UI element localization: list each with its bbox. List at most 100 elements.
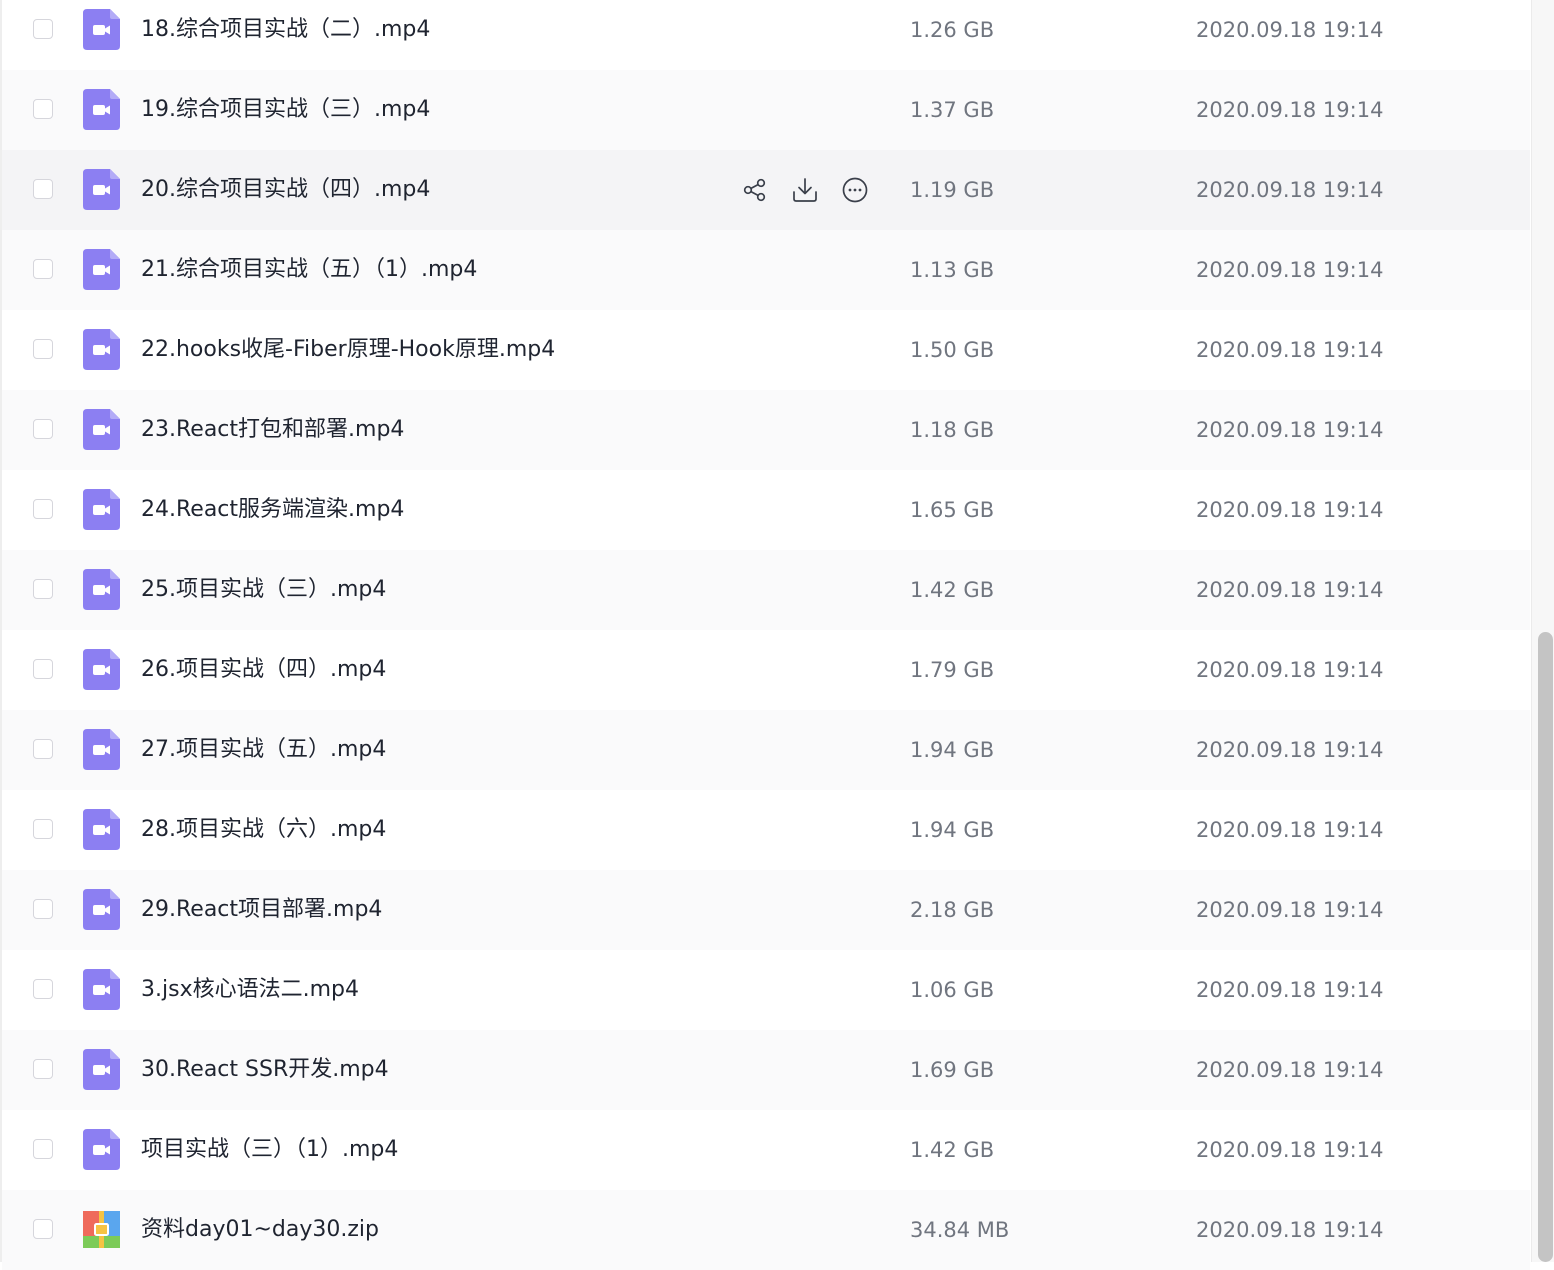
video-file-icon <box>83 649 120 690</box>
file-name[interactable]: 20.综合项目实战（四）.mp4 <box>141 174 430 206</box>
video-file-icon <box>83 89 120 130</box>
row-checkbox[interactable] <box>33 339 53 359</box>
file-row[interactable]: 28.项目实战（六）.mp4 1.94 GB 2020.09.18 19:14 <box>2 790 1530 870</box>
file-modified-date: 2020.09.18 19:14 <box>1196 98 1384 122</box>
file-size: 1.42 GB <box>910 1138 995 1162</box>
share-icon[interactable] <box>740 175 770 205</box>
video-file-icon <box>83 1049 120 1090</box>
file-row[interactable]: 30.React SSR开发.mp4 1.69 GB 2020.09.18 19:1… <box>2 1030 1530 1110</box>
zip-file-icon <box>83 1211 120 1252</box>
file-modified-date: 2020.09.18 19:14 <box>1196 578 1384 602</box>
file-size: 1.94 GB <box>910 818 995 842</box>
row-checkbox[interactable] <box>33 899 53 919</box>
file-name[interactable]: 26.项目实战（四）.mp4 <box>141 654 386 686</box>
file-name[interactable]: 18.综合项目实战（二）.mp4 <box>141 14 430 46</box>
file-row[interactable]: 22.hooks收尾-Fiber原理-Hook原理.mp4 1.50 GB 2020… <box>2 310 1530 390</box>
video-file-icon <box>83 809 120 850</box>
row-checkbox[interactable] <box>33 819 53 839</box>
scrollbar-thumb[interactable] <box>1538 632 1553 1262</box>
file-name[interactable]: 资料day01~day30.zip <box>141 1214 379 1246</box>
file-row[interactable]: 26.项目实战（四）.mp4 1.79 GB 2020.09.18 19:14 <box>2 630 1530 710</box>
file-modified-date: 2020.09.18 19:14 <box>1196 418 1384 442</box>
file-row[interactable]: 23.React打包和部署.mp4 1.18 GB 2020.09.18 19:14 <box>2 390 1530 470</box>
file-name[interactable]: 21.综合项目实战（五）（1）.mp4 <box>141 254 477 286</box>
file-modified-date: 2020.09.18 19:14 <box>1196 18 1384 42</box>
row-checkbox[interactable] <box>33 1219 53 1239</box>
video-file-icon <box>83 169 120 210</box>
video-file-icon <box>83 9 120 50</box>
file-modified-date: 2020.09.18 19:14 <box>1196 738 1384 762</box>
file-row[interactable]: 21.综合项目实战（五）（1）.mp4 1.13 GB 2020.09.18 19:… <box>2 230 1530 310</box>
file-name[interactable]: 24.React服务端渲染.mp4 <box>141 494 404 526</box>
file-row[interactable]: 27.项目实战（五）.mp4 1.94 GB 2020.09.18 19:14 <box>2 710 1530 790</box>
file-modified-date: 2020.09.18 19:14 <box>1196 1138 1384 1162</box>
video-file-icon <box>83 969 120 1010</box>
file-modified-date: 2020.09.18 19:14 <box>1196 658 1384 682</box>
video-file-icon <box>83 329 120 370</box>
file-modified-date: 2020.09.18 19:14 <box>1196 498 1384 522</box>
file-modified-date: 2020.09.18 19:14 <box>1196 338 1384 362</box>
video-file-icon <box>83 1129 120 1170</box>
file-size: 1.19 GB <box>910 178 995 202</box>
file-modified-date: 2020.09.18 19:14 <box>1196 818 1384 842</box>
file-row[interactable]: 29.React项目部署.mp4 2.18 GB 2020.09.18 19:14 <box>2 870 1530 950</box>
video-file-icon <box>83 729 120 770</box>
file-modified-date: 2020.09.18 19:14 <box>1196 178 1384 202</box>
more-icon[interactable] <box>840 175 870 205</box>
download-icon[interactable] <box>790 175 820 205</box>
file-size: 1.18 GB <box>910 418 995 442</box>
file-size: 1.26 GB <box>910 18 995 42</box>
row-checkbox[interactable] <box>33 99 53 119</box>
file-modified-date: 2020.09.18 19:14 <box>1196 258 1384 282</box>
file-size: 1.79 GB <box>910 658 995 682</box>
file-row[interactable]: 3.jsx核心语法二.mp4 1.06 GB 2020.09.18 19:14 <box>2 950 1530 1030</box>
file-row[interactable]: 24.React服务端渲染.mp4 1.65 GB 2020.09.18 19:14 <box>2 470 1530 550</box>
file-size: 34.84 MB <box>910 1218 1010 1242</box>
row-checkbox[interactable] <box>33 259 53 279</box>
row-checkbox[interactable] <box>33 419 53 439</box>
file-name[interactable]: 25.项目实战（三）.mp4 <box>141 574 386 606</box>
row-checkbox[interactable] <box>33 739 53 759</box>
file-name[interactable]: 27.项目实战（五）.mp4 <box>141 734 386 766</box>
row-checkbox[interactable] <box>33 579 53 599</box>
file-modified-date: 2020.09.18 19:14 <box>1196 1218 1384 1242</box>
file-name[interactable]: 项目实战（三）（1）.mp4 <box>141 1134 398 1166</box>
file-row[interactable]: 25.项目实战（三）.mp4 1.42 GB 2020.09.18 19:14 <box>2 550 1530 630</box>
file-name[interactable]: 22.hooks收尾-Fiber原理-Hook原理.mp4 <box>141 334 555 366</box>
file-name[interactable]: 28.项目实战（六）.mp4 <box>141 814 386 846</box>
row-checkbox[interactable] <box>33 979 53 999</box>
file-modified-date: 2020.09.18 19:14 <box>1196 978 1384 1002</box>
row-checkbox[interactable] <box>33 19 53 39</box>
file-size: 2.18 GB <box>910 898 995 922</box>
file-size: 1.94 GB <box>910 738 995 762</box>
file-row[interactable]: 项目实战（三）（1）.mp4 1.42 GB 2020.09.18 19:14 <box>2 1110 1530 1190</box>
file-modified-date: 2020.09.18 19:14 <box>1196 1058 1384 1082</box>
file-name[interactable]: 30.React SSR开发.mp4 <box>141 1054 389 1086</box>
file-name[interactable]: 3.jsx核心语法二.mp4 <box>141 974 359 1006</box>
file-name[interactable]: 19.综合项目实战（三）.mp4 <box>141 94 430 126</box>
row-checkbox[interactable] <box>33 1139 53 1159</box>
file-size: 1.13 GB <box>910 258 995 282</box>
file-size: 1.50 GB <box>910 338 995 362</box>
row-checkbox[interactable] <box>33 659 53 679</box>
video-file-icon <box>83 889 120 930</box>
row-checkbox[interactable] <box>33 499 53 519</box>
file-size: 1.69 GB <box>910 1058 995 1082</box>
file-row[interactable]: 资料day01~day30.zip 34.84 MB 2020.09.18 19:1… <box>2 1190 1530 1270</box>
file-name[interactable]: 23.React打包和部署.mp4 <box>141 414 404 446</box>
file-row[interactable]: 19.综合项目实战（三）.mp4 1.37 GB 2020.09.18 19:14 <box>2 70 1530 150</box>
file-size: 1.42 GB <box>910 578 995 602</box>
file-size: 1.65 GB <box>910 498 995 522</box>
file-row[interactable]: 18.综合项目实战（二）.mp4 1.26 GB 2020.09.18 19:14 <box>2 0 1530 70</box>
video-file-icon <box>83 569 120 610</box>
row-checkbox[interactable] <box>33 1059 53 1079</box>
file-list: 18.综合项目实战（二）.mp4 1.26 GB 2020.09.18 19:14 1… <box>2 0 1530 1270</box>
row-checkbox[interactable] <box>33 179 53 199</box>
file-name[interactable]: 29.React项目部署.mp4 <box>141 894 382 926</box>
video-file-icon <box>83 409 120 450</box>
file-row[interactable]: 20.综合项目实战（四）.mp4 1.19 GB 2020.09.18 19:14 <box>2 150 1530 230</box>
video-file-icon <box>83 489 120 530</box>
video-file-icon <box>83 249 120 290</box>
file-size: 1.37 GB <box>910 98 995 122</box>
file-size: 1.06 GB <box>910 978 995 1002</box>
